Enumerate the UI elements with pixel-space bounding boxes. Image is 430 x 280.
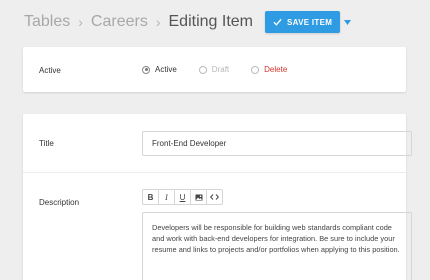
code-button[interactable] <box>206 189 223 205</box>
breadcrumb-tables[interactable]: Tables <box>24 13 70 31</box>
divider <box>23 172 406 173</box>
breadcrumb-separator: › <box>155 14 161 30</box>
title-label: Title <box>39 139 54 148</box>
breadcrumb: Tables › Careers › Editing Item SAVE ITE… <box>24 8 352 36</box>
italic-icon: I <box>165 192 168 202</box>
code-icon <box>210 194 219 200</box>
title-input[interactable]: Front-End Developer <box>142 131 412 156</box>
save-item-label: SAVE ITEM <box>286 17 333 27</box>
radio-unchecked-icon <box>251 65 260 74</box>
italic-button[interactable]: I <box>158 189 175 205</box>
image-icon <box>195 194 202 200</box>
underline-button[interactable]: U <box>174 189 191 205</box>
status-label: Active <box>39 66 61 75</box>
description-label: Description <box>39 198 80 207</box>
status-option-label: Active <box>155 65 177 74</box>
content-card: Title Front-End Developer Description B … <box>23 114 412 280</box>
status-option-label: Draft <box>211 65 230 74</box>
breadcrumb-separator: › <box>78 14 83 30</box>
description-editor[interactable]: Developers will be responsible for build… <box>142 212 412 280</box>
save-options-dropdown[interactable] <box>344 19 352 25</box>
bold-icon: B <box>147 192 154 202</box>
status-option-draft[interactable]: Draft <box>198 65 230 74</box>
underline-icon: U <box>179 192 186 202</box>
editor-toolbar: B I U <box>142 189 223 205</box>
status-radio-group: Active Draft Delete <box>142 47 309 92</box>
radio-checked-icon <box>142 65 150 74</box>
status-option-active[interactable]: Active <box>142 65 177 74</box>
status-option-label: Delete <box>264 65 288 74</box>
insert-image-button[interactable] <box>190 189 207 205</box>
description-text: Developers will be responsible for build… <box>152 223 400 254</box>
radio-unchecked-icon <box>198 65 207 74</box>
title-value: Front-End Developer <box>152 139 227 148</box>
check-icon <box>273 18 282 26</box>
breadcrumb-careers[interactable]: Careers <box>91 13 148 31</box>
page-title: Editing Item <box>168 13 253 30</box>
bold-button[interactable]: B <box>142 189 159 205</box>
caret-down-icon <box>344 19 352 25</box>
status-option-delete[interactable]: Delete <box>251 65 287 74</box>
save-item-button[interactable]: SAVE ITEM <box>264 11 341 33</box>
status-card: Active Active Draft Delete <box>23 47 406 92</box>
